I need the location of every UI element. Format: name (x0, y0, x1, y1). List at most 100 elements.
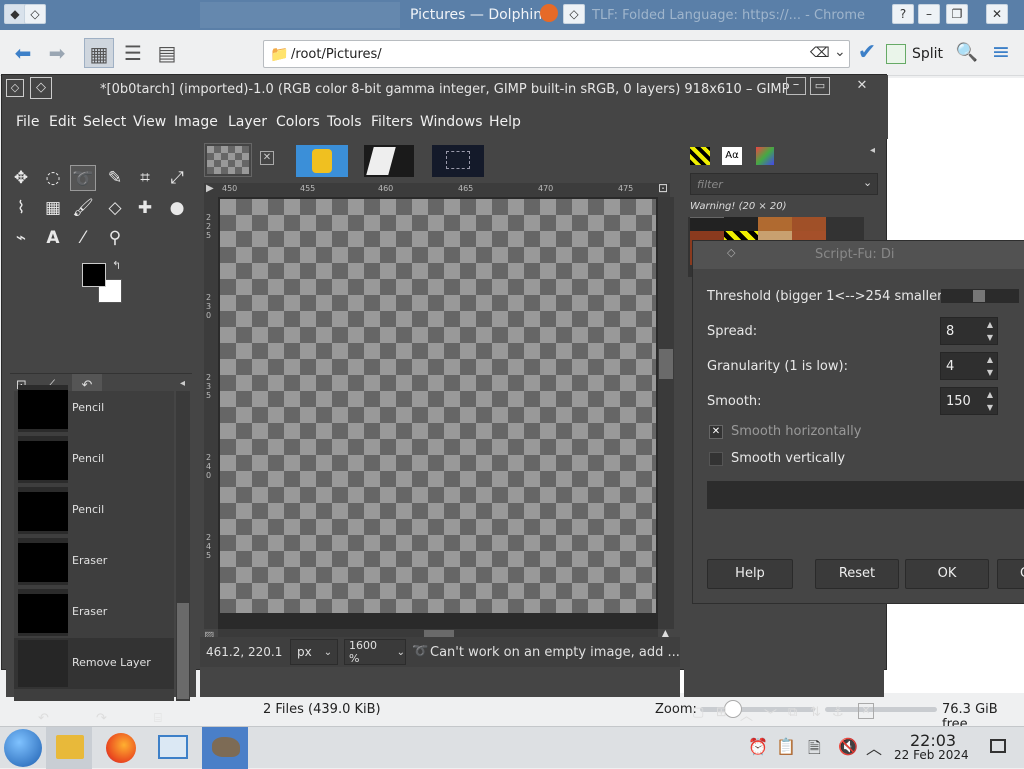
menu-tools[interactable]: Tools (327, 114, 362, 130)
lasso-select-icon[interactable]: ➰ (70, 165, 96, 191)
spin-arrows-icon[interactable]: ▲ ▼ (983, 318, 997, 344)
menu-view[interactable]: View (133, 114, 166, 130)
paint-icon[interactable]: 🖌 (70, 195, 96, 221)
disk-icon[interactable]: 🗎 (808, 737, 821, 764)
window-menu-icon[interactable]: ◆ (4, 4, 26, 24)
taskbar-firefox[interactable] (98, 727, 144, 769)
smudge-icon[interactable]: ● (164, 195, 190, 221)
redo-icon[interactable]: ↷ (96, 711, 107, 726)
dialog-titlebar[interactable]: ◇ Script-Fu: Di (693, 241, 1024, 269)
taskbar-dolphin[interactable] (46, 727, 92, 769)
new-brush-icon[interactable]: ▢ (692, 705, 704, 720)
close-tab-icon[interactable]: ✕ (260, 151, 274, 165)
list-item[interactable]: Eraser (14, 587, 174, 638)
brush-cell[interactable] (792, 217, 826, 231)
list-item[interactable]: Pencil (14, 485, 174, 536)
spin-arrows-icon[interactable]: ▲ ▼ (983, 353, 997, 379)
tab-menu-icon[interactable]: ◂ (180, 378, 185, 389)
copy-icon[interactable]: ⧉ (788, 705, 797, 720)
zoom-icon[interactable]: ⚲ (102, 225, 128, 251)
ok-button[interactable]: OK (905, 559, 989, 589)
clipboard-icon[interactable]: 📋 (776, 737, 796, 756)
minimize-button[interactable]: – (918, 4, 940, 24)
keep-above-icon[interactable]: ◇ (727, 246, 735, 259)
anchor-icon[interactable]: ⚓ (832, 705, 844, 720)
image-tab-active[interactable] (204, 143, 252, 177)
gimp-titlebar[interactable]: ◇ ◇ *[0b0tarch] (imported)-1.0 (RGB colo… (2, 75, 888, 105)
menu-file[interactable]: File (16, 114, 39, 130)
cancel-button[interactable]: C (997, 559, 1024, 589)
horizontal-ruler[interactable]: ▶ 450 455 460 465 470 475 (204, 183, 670, 197)
image-canvas[interactable] (220, 199, 656, 613)
brush-cell[interactable] (724, 217, 758, 231)
list-item-selected[interactable]: Remove Layer (14, 638, 174, 689)
split-button[interactable]: Split (886, 42, 943, 66)
canvas-viewport[interactable] (218, 197, 658, 629)
menu-select[interactable]: Select (83, 114, 126, 130)
image-tab-2[interactable] (296, 145, 348, 177)
chevron-up-icon[interactable]: ︿ (866, 735, 882, 759)
swap-colors-icon[interactable]: ↰ (112, 259, 121, 272)
taskbar-system-settings[interactable] (150, 727, 196, 769)
vertical-scrollbar[interactable] (658, 197, 674, 629)
smooth-spinner[interactable]: 150 ▲ ▼ (940, 387, 998, 415)
fonts-tab-icon[interactable]: Aα (722, 147, 742, 165)
ruler-corner-icon[interactable]: ▶ (206, 183, 214, 194)
clone-icon[interactable]: ⌁ (8, 225, 34, 251)
image-tab-3[interactable] (364, 145, 414, 177)
history-scrollbar[interactable] (176, 391, 190, 701)
maximize-button[interactable]: ❐ (946, 4, 968, 24)
fuzzy-select-icon[interactable]: ✎ (102, 165, 128, 191)
volume-muted-icon[interactable]: 🔇 (838, 737, 858, 756)
chevron-down-icon[interactable]: ⌄ (834, 44, 846, 60)
menu-icon[interactable]: ≡ (986, 38, 1016, 68)
close-button[interactable]: ✕ (852, 77, 872, 95)
image-tab-4[interactable] (432, 145, 484, 177)
help-button[interactable]: ? (892, 4, 914, 24)
menu-windows[interactable]: Windows (420, 114, 483, 130)
chevron-down-icon[interactable]: ﹀ (764, 705, 777, 724)
unit-select[interactable]: px ⌄ (290, 639, 338, 665)
accept-icon[interactable]: ✔ (852, 38, 882, 68)
foreground-color[interactable] (82, 263, 106, 287)
back-icon[interactable]: ⬅ (8, 38, 38, 68)
list-item[interactable]: Pencil (14, 434, 174, 485)
list-item[interactable]: Pencil (14, 383, 174, 434)
minimize-button[interactable]: – (786, 77, 806, 95)
text-tool-icon[interactable]: A (40, 225, 66, 251)
menu-colors[interactable]: Colors (276, 114, 320, 130)
brush-cell[interactable] (690, 217, 724, 231)
zoom-to-fit-icon[interactable]: ⊡ (658, 181, 668, 195)
location-bar[interactable]: 📁 /root/Pictures/ ⌫ ⌄ (263, 40, 850, 68)
slider-handle[interactable] (973, 290, 985, 302)
vertical-ruler[interactable]: 225 230 235 240 245 (204, 197, 218, 629)
color-picker-icon[interactable]: ⁄ (70, 225, 96, 251)
keep-above-icon[interactable]: ◇ (30, 77, 52, 99)
details-view-icon[interactable]: ▤ (152, 38, 182, 68)
spin-arrows-icon[interactable]: ▲ ▼ (983, 388, 997, 414)
list-item[interactable]: Eraser (14, 536, 174, 587)
brush-filter-field[interactable]: filter ⌄ (690, 173, 878, 195)
patterns-tab-icon[interactable] (756, 147, 774, 165)
clock-date[interactable]: 22 Feb 2024 (894, 748, 969, 762)
taskbar-gimp[interactable] (202, 727, 248, 769)
paths-icon[interactable]: ▦ (40, 195, 66, 221)
start-menu-icon[interactable] (4, 729, 42, 767)
threshold-slider[interactable] (941, 289, 1019, 303)
maximize-button[interactable]: ▭ (810, 77, 830, 95)
smooth-horizontally-checkbox[interactable]: ✕ Smooth horizontally (709, 424, 861, 439)
eraser-icon[interactable]: ◇ (102, 195, 128, 221)
keep-above-icon[interactable]: ◇ (24, 4, 46, 24)
menu-image[interactable]: Image (174, 114, 218, 130)
window-menu-icon[interactable]: ◇ (6, 79, 24, 97)
duplicate-icon[interactable]: ⊞ (716, 705, 727, 720)
compact-view-icon[interactable]: ☰ (118, 38, 148, 68)
move-tool-icon[interactable]: ✥ (8, 165, 34, 191)
delete-icon[interactable]: ✕ (858, 703, 874, 719)
crop-icon[interactable]: ⌗ (132, 165, 158, 191)
warp-icon[interactable]: ⌇ (8, 195, 34, 221)
show-desktop-icon[interactable] (990, 739, 1006, 753)
reset-button[interactable]: Reset (815, 559, 899, 589)
spread-spinner[interactable]: 8 ▲ ▼ (940, 317, 998, 345)
brushes-tab-icon[interactable] (690, 147, 710, 165)
